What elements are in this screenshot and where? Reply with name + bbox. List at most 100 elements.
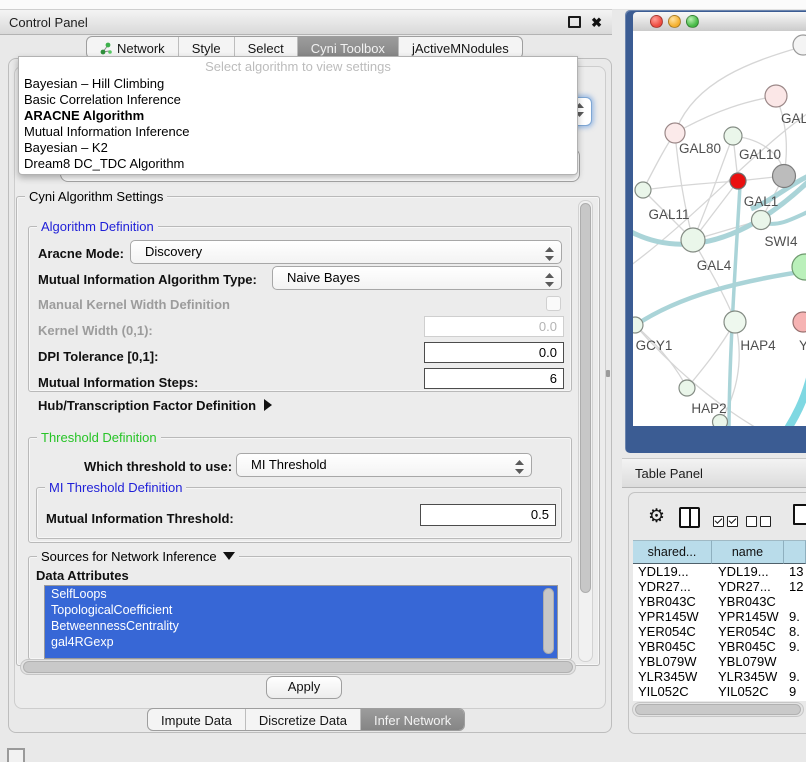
settings-scrollbar-thumb[interactable]	[580, 203, 591, 593]
cell: 13	[784, 564, 806, 579]
settings-hscrollbar[interactable]	[20, 659, 576, 675]
network-node[interactable]	[635, 182, 651, 198]
expanded-arrow-icon	[223, 552, 235, 560]
table-row[interactable]: YLR345WYLR345W9.	[633, 669, 806, 684]
attribute-item[interactable]: BetweennessCentrality	[45, 618, 557, 634]
cell: YBR043C	[633, 594, 712, 609]
settings-scrollbar-track[interactable]	[578, 200, 593, 662]
popup-item-mutual-information[interactable]: Mutual Information Inference	[19, 124, 577, 140]
select-all-columns-icon[interactable]	[713, 514, 741, 532]
mi-threshold-field[interactable]: 0.5	[420, 504, 556, 526]
network-node[interactable]	[765, 85, 787, 107]
columns-icon[interactable]	[679, 507, 700, 528]
popup-item-bayesian-hill-climbing[interactable]: Bayesian – Hill Climbing	[19, 76, 577, 92]
tab-select-label: Select	[248, 41, 284, 56]
aracne-mode-combo[interactable]: Discovery	[130, 240, 562, 264]
network-nodes[interactable]	[633, 35, 806, 426]
column-header-shared[interactable]: shared...	[633, 540, 712, 564]
network-node[interactable]	[793, 312, 806, 332]
data-attributes-list[interactable]: SelfLoops TopologicalCoefficient Between…	[44, 585, 558, 659]
settings-hscrollbar-thumb[interactable]	[23, 661, 573, 673]
stepper-arrows-icon	[515, 459, 524, 481]
table-row[interactable]: YDR27...YDR27...12	[633, 579, 806, 594]
kernel-width-field[interactable]: 0.0	[424, 316, 564, 337]
tab-infer-network[interactable]: Infer Network	[361, 709, 464, 730]
table-row[interactable]: YBL079WYBL079W	[633, 654, 806, 669]
network-node-red[interactable]	[730, 173, 746, 189]
table-hscrollbar[interactable]	[632, 702, 804, 717]
table-row[interactable]: YER054CYER054C8.	[633, 624, 806, 639]
mi-type-combo[interactable]: Naive Bayes	[272, 266, 562, 290]
mi-steps-field[interactable]: 6	[424, 368, 564, 389]
hub-definition-toggle[interactable]: Hub/Transcription Factor Definition	[38, 398, 272, 413]
panel-splitter-grip[interactable]	[606, 370, 610, 377]
document-icon[interactable]	[793, 504, 806, 525]
mi-type-value: Naive Bayes	[287, 270, 360, 285]
bottom-tabbar: Impute Data Discretize Data Infer Networ…	[147, 708, 465, 731]
deselect-all-columns-icon[interactable]	[746, 514, 774, 532]
tab-cyni-toolbox[interactable]: Cyni Toolbox	[298, 37, 399, 58]
table-row[interactable]: YBR045CYBR045C9.	[633, 639, 806, 654]
popup-item-dream8[interactable]: Dream8 DC_TDC Algorithm	[19, 156, 577, 172]
manual-kernel-checkbox[interactable]	[546, 296, 561, 311]
unchecked-box-icon	[746, 516, 757, 527]
tab-impute-data[interactable]: Impute Data	[148, 709, 246, 730]
aracne-mode-label: Aracne Mode:	[38, 246, 124, 261]
cell: YPR145W	[633, 609, 712, 624]
attribute-item[interactable]: SelfLoops	[45, 586, 557, 602]
attribute-item[interactable]: gal4RGexp	[45, 634, 557, 650]
close-icon[interactable]: ✖	[591, 16, 602, 29]
tab-select[interactable]: Select	[235, 37, 298, 58]
network-node[interactable]	[681, 228, 705, 252]
network-node[interactable]	[679, 380, 695, 396]
tab-style[interactable]: Style	[179, 37, 235, 58]
gear-icon[interactable]: ⚙	[648, 507, 665, 526]
network-node[interactable]	[724, 311, 746, 333]
zoom-traffic-light[interactable]	[686, 15, 699, 28]
popup-item-bayesian-k2[interactable]: Bayesian – K2	[19, 140, 577, 156]
popup-item-basic-correlation[interactable]: Basic Correlation Inference	[19, 92, 577, 108]
attribute-item[interactable]: TopologicalCoefficient	[45, 602, 557, 618]
network-canvas[interactable]: GAL GAL80 GAL10 GAL11 GAL1 SWI4 GAL4 GCY…	[633, 31, 806, 426]
which-threshold-combo[interactable]: MI Threshold	[236, 453, 532, 477]
tab-discretize-data[interactable]: Discretize Data	[246, 709, 361, 730]
network-window-titlebar[interactable]	[633, 12, 806, 32]
cell: YBR045C	[633, 639, 712, 654]
sources-group-title[interactable]: Sources for Network Inference	[37, 549, 239, 564]
network-node[interactable]	[792, 254, 806, 280]
table-row[interactable]: YPR145WYPR145W9.	[633, 609, 806, 624]
checked-box-icon	[727, 516, 738, 527]
column-header-name[interactable]: name	[712, 540, 784, 564]
apply-button[interactable]: Apply	[266, 676, 342, 699]
table-hscrollbar-thumb[interactable]	[635, 704, 801, 715]
cell: 9.	[784, 669, 806, 684]
network-node[interactable]	[713, 415, 728, 427]
collapsed-panel-icon[interactable]	[7, 748, 25, 762]
network-graph[interactable]	[633, 31, 806, 426]
table-row[interactable]: YDL19...YDL19...13	[633, 564, 806, 579]
node-label-gal4: GAL4	[697, 258, 732, 273]
network-node-gray[interactable]	[773, 165, 796, 188]
network-node[interactable]	[724, 127, 742, 145]
network-node[interactable]	[665, 123, 685, 143]
close-traffic-light[interactable]	[650, 15, 663, 28]
table-row[interactable]: YIL052CYIL052C9	[633, 684, 806, 699]
mi-type-label: Mutual Information Algorithm Type:	[38, 272, 257, 287]
cell: 12	[784, 579, 806, 594]
dpi-tolerance-field[interactable]: 0.0	[424, 342, 564, 363]
network-node[interactable]	[752, 211, 771, 230]
tab-jactivemnodules[interactable]: jActiveMNodules	[399, 37, 522, 58]
minimize-traffic-light[interactable]	[668, 15, 681, 28]
network-node[interactable]	[793, 35, 806, 55]
network-node[interactable]	[633, 317, 643, 333]
data-attributes-label: Data Attributes	[36, 568, 129, 583]
node-label-gal80: GAL80	[679, 141, 721, 156]
table-row[interactable]: YBR043CYBR043C	[633, 594, 806, 609]
float-window-icon[interactable]	[568, 16, 581, 28]
tab-network[interactable]: Network	[87, 37, 179, 58]
cell: YLR345W	[633, 669, 712, 684]
popup-item-aracne[interactable]: ARACNE Algorithm	[19, 108, 577, 124]
column-header-partial[interactable]	[784, 540, 806, 564]
cell: YBR045C	[712, 639, 784, 654]
attributes-scrollbar-thumb[interactable]	[543, 588, 554, 654]
